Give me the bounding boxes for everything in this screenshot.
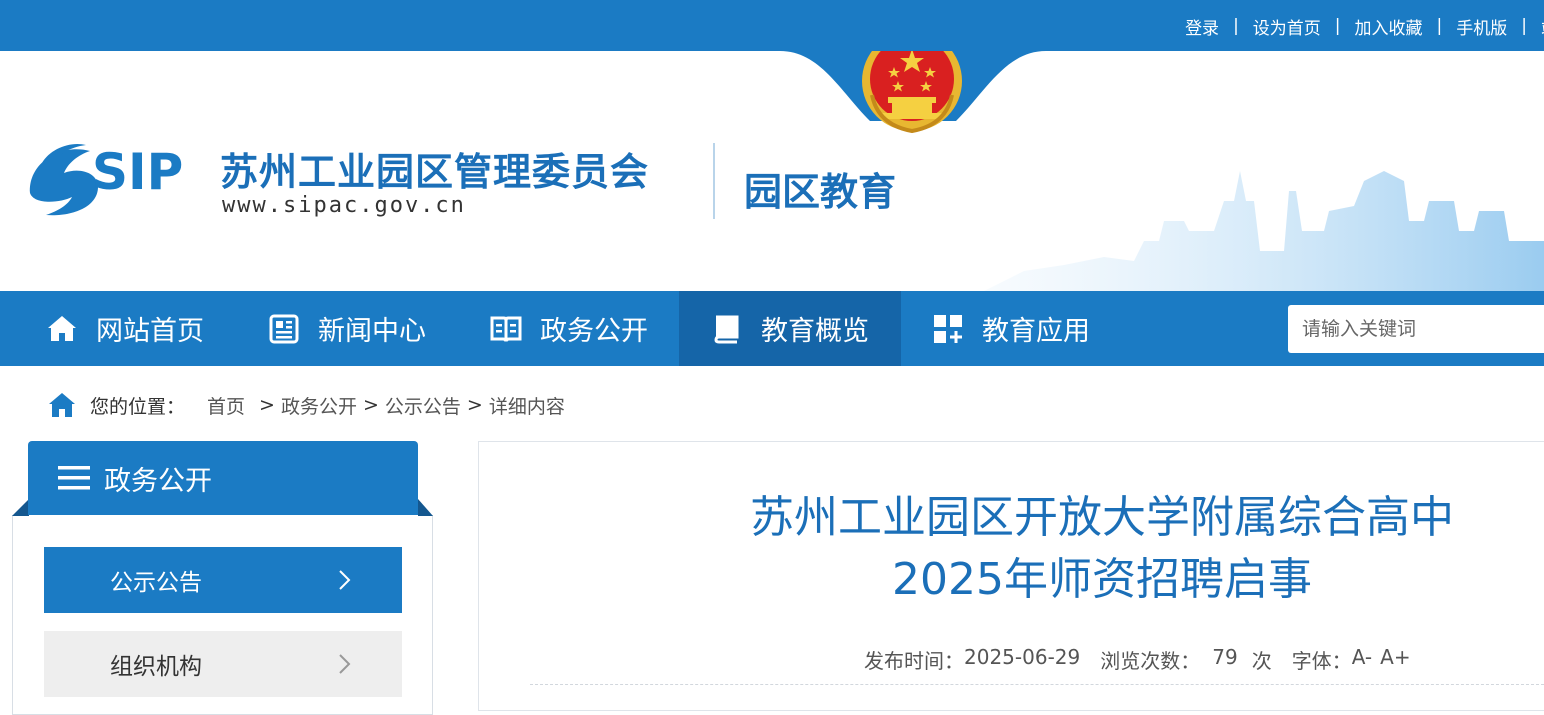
sidebar-item-announcements[interactable]: 公示公告 <box>44 547 402 613</box>
section-name: 园区教育 <box>744 170 897 214</box>
apps-icon <box>934 314 962 343</box>
views-label: 浏览次数： <box>1100 649 1201 673</box>
nav-label: 教育应用 <box>982 316 1090 347</box>
views-unit: 次 <box>1251 649 1272 673</box>
font-larger-button[interactable]: A+ <box>1380 645 1410 674</box>
article-meta: 发布时间： 2025-06-29 浏览次数： 79 次 字体： A- A+ <box>864 645 1411 674</box>
book-open-icon <box>490 316 522 342</box>
breadcrumb-separator: > <box>362 394 379 416</box>
top-bar: 登录 | 设为首页 | 加入收藏 | 手机版 | 站 <box>0 0 1544 51</box>
sidebar-item-organization[interactable]: 组织机构 <box>44 631 402 697</box>
menu-icon <box>58 466 90 490</box>
sidebar-item-label: 组织机构 <box>110 654 202 680</box>
breadcrumb-current: 详细内容 <box>488 395 565 418</box>
mobile-version-link[interactable]: 手机版 <box>1456 14 1507 39</box>
add-favorite-link[interactable]: 加入收藏 <box>1355 14 1423 39</box>
separator: | <box>1334 16 1341 36</box>
nav-item-education-overview[interactable]: 教育概览 <box>679 291 901 366</box>
login-link[interactable]: 登录 <box>1185 14 1219 39</box>
newspaper-icon <box>269 314 299 343</box>
font-size-label: 字体： <box>1291 649 1352 673</box>
sidebar-item-label: 公示公告 <box>110 570 202 596</box>
search-input[interactable] <box>1288 305 1544 353</box>
nav-item-home[interactable]: 网站首页 <box>46 291 204 366</box>
main-nav: 网站首页 新闻中心 政务公开 教育概览 教育应用 请输入关键词 <box>0 291 1544 366</box>
chevron-right-icon <box>339 654 351 674</box>
org-name: 苏州工业园区管理委员会 <box>220 150 650 194</box>
article-title-line2: 2025年师资招聘启事 <box>892 554 1312 605</box>
national-emblem-icon <box>862 51 962 134</box>
book-icon <box>714 315 739 343</box>
header-divider <box>713 143 715 219</box>
breadcrumb-label: 您的位置： <box>90 395 186 418</box>
font-smaller-button[interactable]: A- <box>1352 645 1372 674</box>
views-count: 79 <box>1212 645 1238 669</box>
meta-divider <box>530 684 1544 685</box>
nav-label: 政务公开 <box>540 316 648 347</box>
nav-label: 网站首页 <box>96 316 204 347</box>
city-skyline-decoration <box>984 171 1544 291</box>
article-title: 苏州工业园区开放大学附属综合高中 2025年师资招聘启事 <box>530 487 1544 611</box>
publish-date: 2025-06-29 <box>964 645 1081 669</box>
set-homepage-link[interactable]: 设为首页 <box>1253 14 1321 39</box>
header-curve-decoration <box>780 51 1046 121</box>
nav-item-education-apps[interactable]: 教育应用 <box>932 291 1090 366</box>
nav-label: 新闻中心 <box>318 316 426 347</box>
home-icon <box>49 393 75 417</box>
site-header: SIP 苏州工业园区管理委员会 www.sipac.gov.cn 园区教育 <box>0 51 1544 291</box>
breadcrumb-separator: > <box>466 394 483 416</box>
nav-item-news[interactable]: 新闻中心 <box>268 291 426 366</box>
home-icon <box>48 315 76 341</box>
sidebar-header: 政务公开 <box>28 441 418 515</box>
breadcrumb-government-affairs[interactable]: 政务公开 <box>281 392 357 419</box>
sip-logo-text: SIP <box>92 143 184 201</box>
separator: | <box>1436 16 1443 36</box>
nav-label: 教育概览 <box>761 316 869 347</box>
sidebar-fold-decoration <box>418 499 433 516</box>
sidebar-title: 政务公开 <box>104 465 212 497</box>
chevron-right-icon <box>339 570 351 590</box>
publish-label: 发布时间： <box>864 649 964 673</box>
nav-item-government-affairs[interactable]: 政务公开 <box>490 291 648 366</box>
breadcrumb: 您的位置： 首页 > 政务公开 > 公示公告 > 详细内容 <box>48 390 565 420</box>
top-links: 登录 | 设为首页 | 加入收藏 | 手机版 | 站 <box>1185 14 1544 39</box>
org-url: www.sipac.gov.cn <box>222 193 466 218</box>
breadcrumb-announcements[interactable]: 公示公告 <box>385 392 461 419</box>
breadcrumb-home[interactable]: 首页 <box>207 392 245 419</box>
separator: | <box>1521 16 1527 36</box>
breadcrumb-separator: > <box>259 394 275 416</box>
separator: | <box>1233 16 1239 36</box>
article-title-line1: 苏州工业园区开放大学附属综合高中 <box>750 492 1454 543</box>
sidebar-fold-decoration <box>12 499 29 516</box>
